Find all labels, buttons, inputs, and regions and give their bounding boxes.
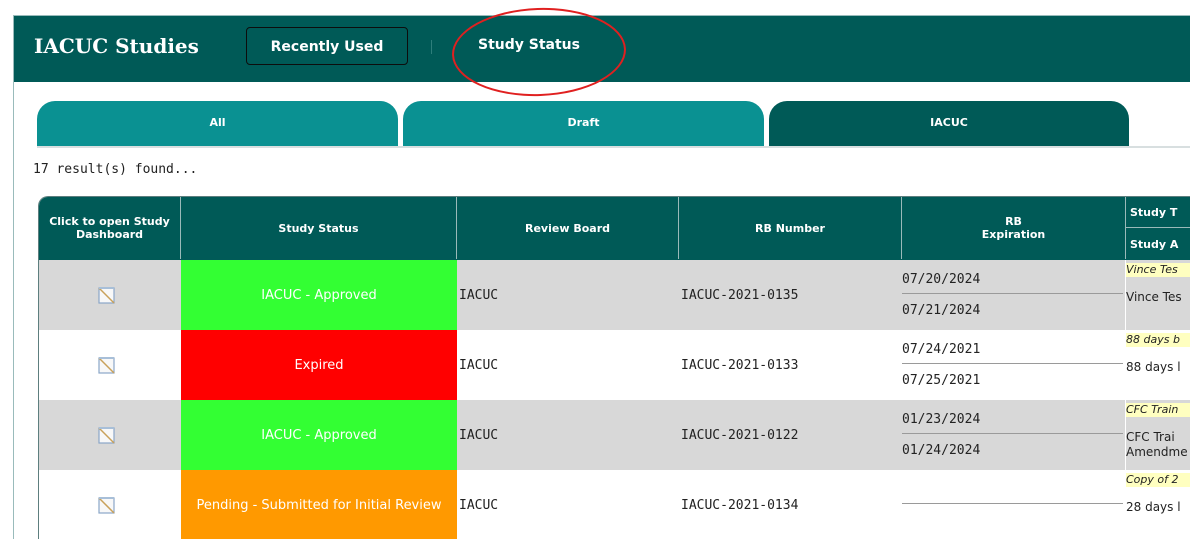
- table-header: Click to open Study Dashboard Study Stat…: [39, 197, 1190, 260]
- dashboard-cell: [39, 400, 181, 470]
- column-divider: [1125, 260, 1126, 330]
- recently-used-button[interactable]: Recently Used: [246, 27, 408, 65]
- study-status-cell[interactable]: Pending - Submitted for Initial Review: [181, 470, 457, 539]
- study-status-cell[interactable]: IACUC - Approved: [181, 260, 457, 330]
- expiration-date-2: 01/24/2024: [902, 443, 981, 458]
- expiration-date-1: 07/20/2024: [902, 272, 981, 287]
- review-board-cell: IACUC: [459, 287, 499, 303]
- header-divider: [431, 40, 432, 54]
- studies-table: Click to open Study Dashboard Study Stat…: [38, 196, 1190, 539]
- study-title: 88 days l: [1126, 360, 1181, 374]
- col-status-header[interactable]: Study Status: [181, 197, 457, 259]
- col-expiration-label-2: Expiration: [981, 228, 1046, 241]
- date-divider: [902, 503, 1123, 504]
- tab-draft[interactable]: Draft: [403, 101, 764, 147]
- study-status-cell[interactable]: Expired: [181, 330, 457, 400]
- expiration-date-2: 07/21/2024: [902, 303, 981, 318]
- review-board-cell: IACUC: [459, 357, 499, 373]
- study-status-cell[interactable]: IACUC - Approved: [181, 400, 457, 470]
- col-rbnumber-label: RB Number: [755, 221, 825, 235]
- dashboard-cell: [39, 470, 181, 539]
- study-note: Copy of 2: [1126, 473, 1190, 487]
- study-note: CFC Train: [1126, 403, 1190, 417]
- results-count: 17 result(s) found...: [33, 162, 198, 177]
- tab-underline: [37, 146, 1190, 148]
- col-rbnumber-header[interactable]: RB Number: [679, 197, 902, 259]
- col-study-abbr-header[interactable]: Study A: [1126, 229, 1190, 259]
- page-title: IACUC Studies: [34, 34, 199, 58]
- rb-number-cell: IACUC-2021-0133: [681, 357, 799, 373]
- rb-expiration-cell: 07/20/2024 07/21/2024: [902, 260, 1126, 330]
- table-row: Expired IACUC IACUC-2021-0133 07/24/2021…: [39, 330, 1190, 401]
- study-title: CFC Trai Amendme: [1126, 430, 1188, 459]
- col-dashboard-header: Click to open Study Dashboard: [39, 197, 181, 259]
- notepad-icon[interactable]: [97, 425, 117, 445]
- column-divider: [1125, 330, 1126, 400]
- table-row: Pending - Submitted for Initial Review I…: [39, 470, 1190, 539]
- review-board-cell: IACUC: [459, 497, 499, 513]
- col-study-title-header[interactable]: Study T: [1126, 197, 1190, 228]
- date-divider: [902, 363, 1123, 364]
- rb-expiration-cell: 01/23/2024 01/24/2024: [902, 400, 1126, 470]
- notepad-icon[interactable]: [97, 355, 117, 375]
- date-divider: [902, 293, 1123, 294]
- study-title: Vince Tes: [1126, 290, 1182, 304]
- rb-expiration-cell: [902, 470, 1126, 539]
- notepad-icon[interactable]: [97, 495, 117, 515]
- expiration-date-2: 07/25/2021: [902, 373, 981, 388]
- page-frame-left: [13, 15, 14, 539]
- dashboard-cell: [39, 260, 181, 330]
- study-note: 88 days b: [1126, 333, 1190, 347]
- col-expiration-header[interactable]: RB Expiration: [902, 197, 1126, 259]
- column-divider: [1125, 470, 1126, 539]
- table-row: IACUC - Approved IACUC IACUC-2021-0122 0…: [39, 400, 1190, 471]
- tab-all[interactable]: All: [37, 101, 398, 147]
- table-row: IACUC - Approved IACUC IACUC-2021-0135 0…: [39, 260, 1190, 331]
- col-expiration-label-1: RB: [1005, 215, 1022, 228]
- study-title: 28 days l: [1126, 500, 1181, 514]
- col-board-header[interactable]: Review Board: [457, 197, 679, 259]
- column-divider: [1125, 400, 1126, 470]
- dashboard-cell: [39, 330, 181, 400]
- notepad-icon[interactable]: [97, 285, 117, 305]
- rb-number-cell: IACUC-2021-0134: [681, 497, 799, 513]
- review-board-cell: IACUC: [459, 427, 499, 443]
- expiration-date-1: 07/24/2021: [902, 342, 981, 357]
- study-note: Vince Tes: [1126, 263, 1190, 277]
- rb-number-cell: IACUC-2021-0135: [681, 287, 799, 303]
- rb-number-cell: IACUC-2021-0122: [681, 427, 799, 443]
- tab-iacuc[interactable]: IACUC: [769, 101, 1129, 147]
- expiration-date-1: 01/23/2024: [902, 412, 981, 427]
- date-divider: [902, 433, 1123, 434]
- rb-expiration-cell: 07/24/2021 07/25/2021: [902, 330, 1126, 400]
